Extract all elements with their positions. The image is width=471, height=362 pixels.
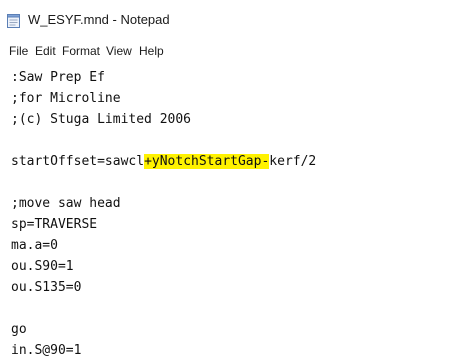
menu-bar: File Edit Format View Help [0, 44, 471, 64]
editor-line: ;move saw head [11, 196, 121, 211]
editor-line: ma.a=0 [11, 238, 58, 253]
notepad-window: W_ESYF.mnd - Notepad File Edit Format Vi… [0, 0, 471, 362]
editor-line: in.S@90=1 [11, 343, 82, 358]
menu-view[interactable]: View [106, 44, 132, 58]
editor-line: ou.S135=0 [11, 280, 82, 295]
editor-line: ;for Microline [11, 91, 121, 106]
menu-edit[interactable]: Edit [35, 44, 56, 58]
menu-file[interactable]: File [9, 44, 28, 58]
menu-format[interactable]: Format [62, 44, 100, 58]
editor-line: :Saw Prep Ef [11, 70, 105, 85]
window-title: W_ESYF.mnd - Notepad [28, 12, 170, 27]
line-text-after: kerf/2 [269, 154, 317, 169]
editor-line: sp=TRAVERSE [11, 217, 98, 232]
text-editor-area[interactable]: :Saw Prep Ef ;for Microline ;(c) Stuga L… [0, 68, 471, 362]
notepad-icon [7, 14, 20, 28]
editor-line: ;(c) Stuga Limited 2006 [11, 112, 192, 127]
editor-line: ou.S90=1 [11, 259, 74, 274]
menu-help[interactable]: Help [139, 44, 164, 58]
editor-line-highlighted: startOffset=sawcl+yNotchStartGap-kerf/2 [11, 152, 316, 171]
title-bar[interactable]: W_ESYF.mnd - Notepad [0, 0, 471, 36]
highlighted-text: +yNotchStartGap- [144, 154, 270, 169]
editor-line: go [11, 322, 27, 337]
line-text-before: startOffset=sawcl [11, 154, 145, 169]
